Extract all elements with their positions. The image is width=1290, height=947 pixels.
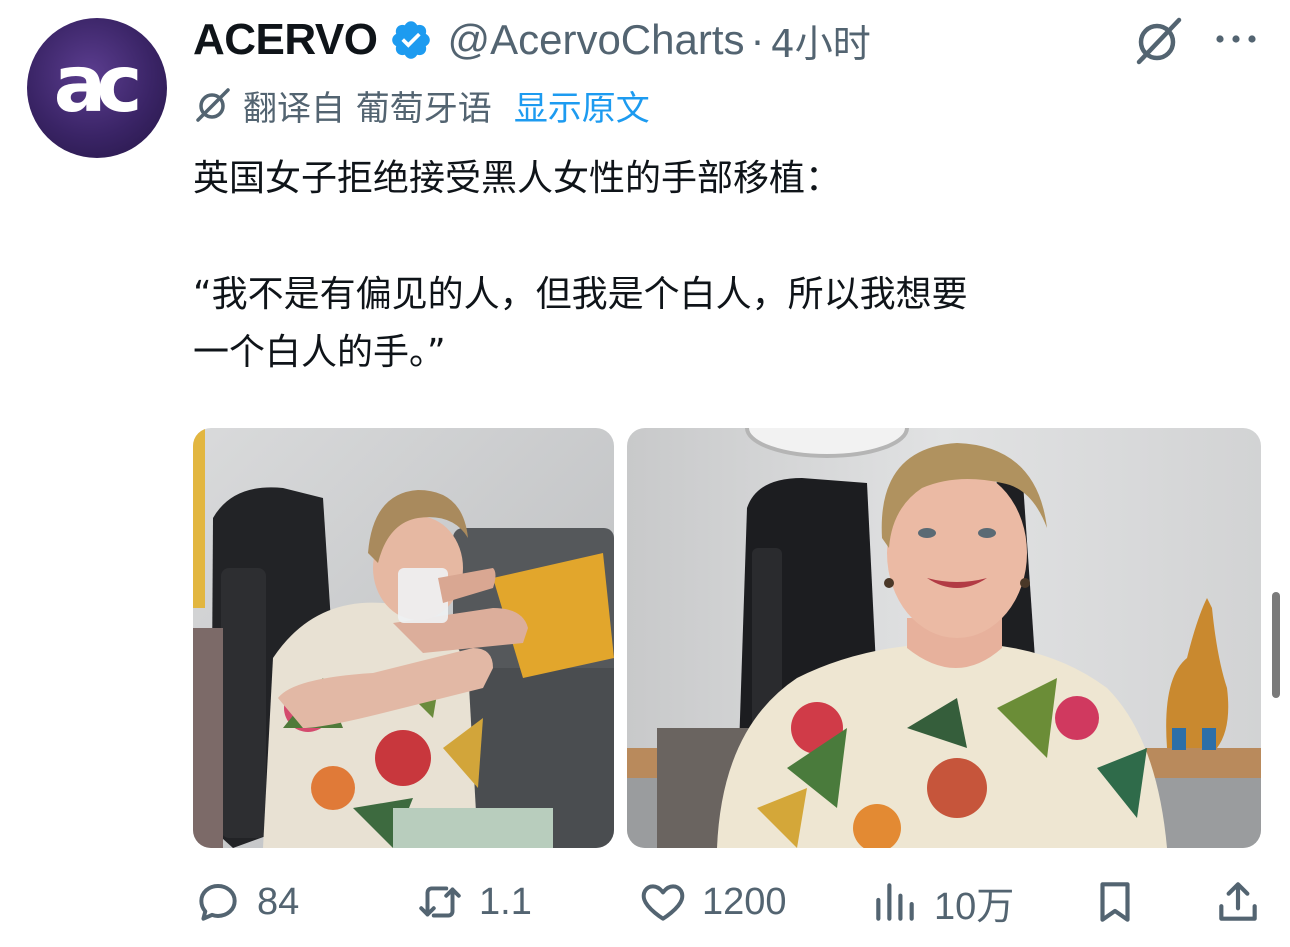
grok-icon[interactable] xyxy=(1131,14,1185,68)
more-dots-icon[interactable] xyxy=(1212,24,1260,54)
verified-badge-icon[interactable] xyxy=(389,18,433,62)
tweet-header: ACERVO @AcervoCharts · 4小时 xyxy=(193,14,871,66)
tweet-text-line: “我不是有偏见的人，但我是个白人，所以我想要 xyxy=(193,274,968,315)
reply-action[interactable]: 84 xyxy=(193,870,299,934)
user-handle[interactable]: @AcervoCharts xyxy=(447,16,744,64)
photo-woman-drinking xyxy=(193,428,614,848)
reply-count: 84 xyxy=(257,880,300,923)
repost-count: 1.1 xyxy=(479,880,532,923)
reply-icon xyxy=(199,883,237,921)
heart-icon xyxy=(641,884,685,921)
share-icon xyxy=(1219,882,1257,921)
separator-dot: · xyxy=(750,16,765,63)
scrollbar-thumb[interactable] xyxy=(1272,592,1280,698)
like-action[interactable]: 1200 xyxy=(638,870,787,934)
show-original-link[interactable]: 显示原文 xyxy=(514,81,650,130)
like-count: 1200 xyxy=(702,880,787,923)
translated-from-label: 翻译自 葡萄牙语 xyxy=(243,88,492,129)
photo-woman-smiling xyxy=(627,428,1261,848)
translation-notice: 翻译自 葡萄牙语 显示原文 xyxy=(193,80,650,130)
repost-icon xyxy=(419,886,461,918)
timestamp[interactable]: 4小时 xyxy=(771,13,871,68)
avatar-logo-text: ac xyxy=(53,40,143,130)
tweet-photo-1[interactable] xyxy=(193,428,614,848)
tweet-text-line: 英国女子拒绝接受黑人女性的手部移植： xyxy=(193,158,842,199)
views-count: 10万 xyxy=(934,885,1015,928)
translate-icon xyxy=(196,88,230,122)
tweet-actions-bar: 84 1.1 1200 10万 xyxy=(193,870,1263,934)
repost-action[interactable]: 1.1 xyxy=(415,870,532,934)
share-action[interactable] xyxy=(1213,870,1263,934)
views-bar-chart-icon xyxy=(876,883,914,921)
display-name[interactable]: ACERVO xyxy=(193,15,378,65)
bookmark-action[interactable] xyxy=(1090,870,1140,934)
bookmark-icon xyxy=(1100,882,1130,922)
tweet-text: 英国女子拒绝接受黑人女性的手部移植： “我不是有偏见的人，但我是个白人，所以我想… xyxy=(193,150,1253,382)
views-action[interactable]: 10万 xyxy=(870,870,1014,934)
tweet-photo-2[interactable] xyxy=(627,428,1261,848)
avatar[interactable]: ac xyxy=(27,18,167,158)
tweet-text-line: 一个白人的手。” xyxy=(193,332,446,373)
